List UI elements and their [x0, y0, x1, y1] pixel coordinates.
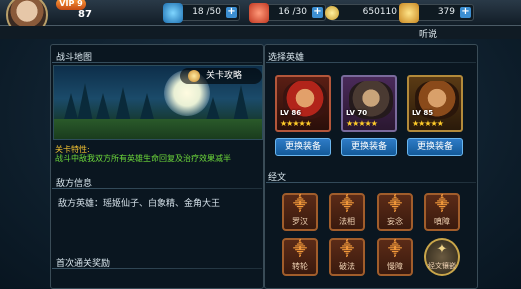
stamina-value: 18 /50	[192, 7, 221, 17]
rune-label: 法相	[339, 217, 355, 226]
divider	[52, 268, 262, 269]
rune-icon: ⸎	[388, 242, 402, 257]
energy-counter: 16 /30 +	[249, 3, 326, 23]
player-level: 87	[78, 9, 92, 20]
rune-slot-3[interactable]: ⸎ 妄念	[377, 193, 413, 231]
divider	[52, 62, 262, 63]
coin-counter: 650110	[325, 4, 402, 21]
rune-label: 妄念	[387, 217, 403, 226]
rune-label: 转轮	[292, 262, 308, 271]
rune-icon: ⸎	[340, 242, 354, 257]
rune-icon: ⸎	[293, 242, 307, 257]
rune-icon: ⸎	[340, 197, 354, 212]
stage-guide-button[interactable]: 关卡攻略	[180, 68, 262, 84]
stamina-icon	[163, 3, 183, 23]
stage-guide-label: 关卡攻略	[206, 71, 243, 81]
inlay-icon: ✦	[436, 242, 448, 257]
change-equipment-button-1[interactable]: 更换装备	[275, 138, 331, 156]
rune-icon: ⸎	[435, 197, 449, 212]
rune-label: 破法	[339, 262, 355, 271]
divider	[52, 188, 262, 189]
rune-icon: ⸎	[293, 197, 307, 212]
hero-slot-3[interactable]: LV 85 ★★★★★	[407, 75, 463, 132]
game-screen: VIP 9 87 18 /50 + 16 /30 + 650110 379 + …	[0, 0, 521, 289]
coin-icon	[325, 6, 339, 20]
top-bar: VIP 9 87 18 /50 + 16 /30 + 650110 379 +	[0, 0, 521, 36]
rune-slot-1[interactable]: ⸎ 罗汉	[282, 193, 318, 231]
hero-stars: ★★★★★	[412, 119, 444, 128]
rune-label: 经文镶嵌	[428, 262, 456, 270]
hero-stars: ★★★★★	[280, 119, 312, 128]
change-equipment-button-2[interactable]: 更换装备	[341, 138, 397, 156]
hero-slot-2[interactable]: LV 70 ★★★★★	[341, 75, 397, 132]
rune-label: 嗔障	[434, 217, 450, 226]
energy-value: 16 /30	[278, 7, 307, 17]
hero-slot-1[interactable]: LV 86 ★★★★★	[275, 75, 331, 132]
hero-level: LV 85	[412, 109, 434, 117]
rune-slot-4[interactable]: ⸎ 嗔障	[424, 193, 460, 231]
add-energy-button[interactable]: +	[312, 7, 323, 18]
change-equipment-button-3[interactable]: 更换装备	[407, 138, 463, 156]
hero-level: LV 70	[346, 109, 368, 117]
stamina-counter: 18 /50 +	[163, 3, 240, 23]
enemy-heroes: 敌方英雄：瑶姬仙子、白象精、金角大王	[58, 199, 221, 209]
energy-icon	[249, 3, 269, 23]
add-gems-button[interactable]: +	[460, 7, 471, 18]
rune-label: 罗汉	[292, 217, 308, 226]
rune-inlay-slot[interactable]: ✦ 经文镶嵌	[424, 238, 460, 276]
divider	[266, 62, 476, 63]
rune-icon: ⸎	[388, 197, 402, 212]
rune-label: 慢障	[387, 262, 403, 271]
listen-label[interactable]: 听说	[419, 27, 437, 40]
sword-icon	[188, 70, 200, 82]
hero-level: LV 86	[280, 109, 302, 117]
rune-slot-5[interactable]: ⸎ 转轮	[282, 238, 318, 276]
crown-icon	[399, 3, 419, 23]
sub-bar	[0, 26, 521, 39]
hero-stars: ★★★★★	[346, 119, 378, 128]
feature-description: 战斗中敌我双方所有英雄生命回复及治疗效果减半	[55, 154, 231, 163]
coin-value: 650110	[362, 7, 397, 17]
rune-slot-7[interactable]: ⸎ 慢障	[377, 238, 413, 276]
rune-slot-2[interactable]: ⸎ 法相	[329, 193, 365, 231]
add-stamina-button[interactable]: +	[226, 7, 237, 18]
gem-value: 379	[437, 7, 455, 17]
divider	[266, 182, 476, 183]
gem-counter: 379 +	[399, 3, 474, 23]
rune-slot-6[interactable]: ⸎ 破法	[329, 238, 365, 276]
